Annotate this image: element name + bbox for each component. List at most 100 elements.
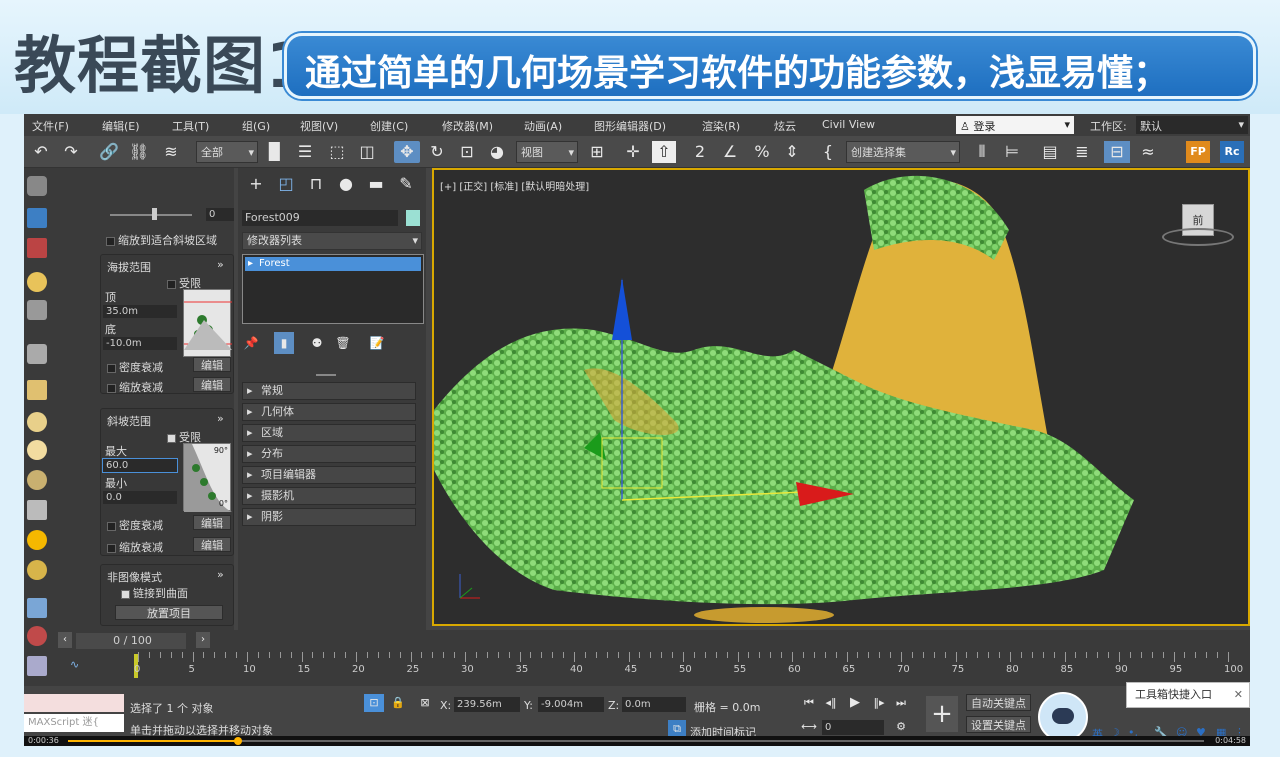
density-slider-track[interactable]: [110, 214, 192, 216]
x-coordinate[interactable]: 239.56m: [454, 697, 520, 712]
viewport-perspective[interactable]: [+] [正交] [标准] [默认明暗处理] 前: [432, 168, 1250, 626]
curve-editor-icon[interactable]: ⊟: [1104, 141, 1130, 163]
redo-icon[interactable]: ↷: [60, 141, 82, 163]
collapse-icon[interactable]: »: [217, 258, 224, 271]
viewcube-ring[interactable]: [1162, 228, 1234, 246]
angle-snap-icon[interactable]: ∠: [718, 141, 742, 163]
rollout-geometry[interactable]: ▸ 几何体: [242, 403, 416, 421]
slider-value[interactable]: 0: [206, 208, 234, 221]
menu-view[interactable]: 视图(V): [300, 118, 338, 134]
sky-icon[interactable]: [27, 560, 47, 580]
manipulate-icon[interactable]: ✛: [622, 141, 644, 163]
spinner-snap-icon[interactable]: ⇕: [780, 141, 804, 163]
set-key-plus-icon[interactable]: +: [926, 696, 958, 732]
menu-render[interactable]: 渲染(R): [702, 118, 740, 134]
hierarchy-tab-icon[interactable]: ⊓: [304, 173, 328, 195]
assistant-avatar[interactable]: [1038, 692, 1088, 742]
select-by-name-icon[interactable]: ☰: [294, 141, 316, 163]
window-crossing-icon[interactable]: ◫: [356, 141, 378, 163]
rollout-area[interactable]: ▸ 区域: [242, 424, 416, 442]
modifier-list-dropdown[interactable]: 修改器列表 ▾: [242, 232, 422, 250]
percent-snap-icon[interactable]: %: [750, 141, 774, 163]
rollout-camera[interactable]: ▸ 摄影机: [242, 487, 416, 505]
edit-button[interactable]: 编辑: [193, 537, 231, 552]
named-selection-dropdown[interactable]: 创建选择集 ▾: [846, 141, 960, 163]
auto-key-button[interactable]: 自动关键点: [966, 694, 1031, 711]
video-camera-icon[interactable]: [27, 344, 47, 364]
absolute-mode-icon[interactable]: ⊠: [416, 694, 434, 712]
collapse-icon[interactable]: »: [217, 568, 224, 581]
rollout-distribution[interactable]: ▸ 分布: [242, 445, 416, 463]
utilities-tab-icon[interactable]: ✎: [394, 173, 418, 195]
link-icon[interactable]: 🔗: [98, 141, 120, 163]
z-coordinate[interactable]: 0.0m: [622, 697, 686, 712]
altitude-top-input[interactable]: 35.0m: [103, 305, 177, 318]
isolate-icon[interactable]: ⊡: [364, 694, 384, 712]
forest-tool-icon[interactable]: [27, 208, 47, 228]
grid-icon[interactable]: [27, 656, 47, 676]
place-icon[interactable]: ◕: [486, 141, 508, 163]
altitude-scale-falloff-checkbox[interactable]: 缩放衰减: [107, 379, 163, 395]
rollout-shadows[interactable]: ▸ 阴影: [242, 508, 416, 526]
altitude-density-falloff-checkbox[interactable]: 密度衰减: [107, 359, 163, 375]
workarea-dropdown[interactable]: 默认 ▾: [1136, 116, 1248, 134]
motion-tab-icon[interactable]: ●: [334, 173, 358, 195]
modify-tab-icon[interactable]: ◰: [274, 173, 298, 195]
display-tab-icon[interactable]: ▬: [364, 173, 388, 195]
video-progress-knob[interactable]: [234, 737, 243, 745]
select-object-icon[interactable]: ▉: [264, 141, 286, 163]
molecule-icon[interactable]: [27, 626, 47, 646]
stack-item-forest[interactable]: ▸ Forest: [245, 257, 421, 271]
lock-icon[interactable]: 🔒: [390, 694, 406, 712]
video-progress-bar[interactable]: 0:00:36 0:04:58: [24, 736, 1250, 746]
configure-modifier-icon[interactable]: 📝: [368, 332, 386, 354]
maxscript-listener[interactable]: MAXScript 迷{: [24, 714, 124, 732]
login-field[interactable]: ♙ 登录 ▾: [956, 116, 1074, 134]
menu-group[interactable]: 组(G): [242, 118, 270, 134]
time-config-icon[interactable]: ⚙: [892, 718, 910, 736]
next-frame-icon[interactable]: ›: [196, 632, 210, 648]
edit-button[interactable]: 编辑: [193, 357, 231, 372]
goto-start-icon[interactable]: ⏮: [800, 694, 818, 712]
ribbon-icon[interactable]: ≣: [1070, 141, 1094, 163]
align-icon[interactable]: ⊨: [1000, 141, 1024, 163]
edit-named-sel-icon[interactable]: {: [816, 141, 840, 163]
object-color-swatch[interactable]: [406, 210, 420, 226]
selection-filter-dropdown[interactable]: 全部 ▾: [196, 141, 258, 163]
mirror-icon[interactable]: ⫴: [970, 141, 994, 163]
set-key-button[interactable]: 设置关键点: [966, 716, 1031, 733]
fp-plugin-icon[interactable]: FP: [1186, 141, 1210, 163]
make-unique-icon[interactable]: ⚉: [308, 332, 326, 354]
rect-selection-icon[interactable]: ⬚: [326, 141, 348, 163]
camera-icon[interactable]: [27, 300, 47, 320]
rollout-item-editor[interactable]: ▸ 项目编辑器: [242, 466, 416, 484]
rc-plugin-icon[interactable]: Rc: [1220, 141, 1244, 163]
time-slider[interactable]: 0 / 100: [76, 633, 186, 649]
scale-icon[interactable]: ⊡: [456, 141, 478, 163]
remove-modifier-icon[interactable]: 🗑: [334, 332, 352, 354]
show-end-result-icon[interactable]: ▮: [274, 332, 294, 354]
object-name-field[interactable]: Forest009: [242, 210, 398, 226]
menu-file[interactable]: 文件(F): [32, 118, 69, 134]
timeline-ruler[interactable]: 0 5 10 15 20 25 30 35 40 45 50 55 60 65 70 75 80 85 90 95 10…: [134, 652, 1243, 684]
link-to-surface-checkbox[interactable]: 链接到曲面: [121, 585, 188, 601]
place-items-button[interactable]: 放置项目: [115, 605, 223, 620]
y-coordinate[interactable]: -9.004m: [538, 697, 604, 712]
goto-end-icon[interactable]: ⏭: [892, 694, 910, 712]
key-mode-icon[interactable]: ⟷: [800, 718, 818, 736]
slope-density-falloff-checkbox[interactable]: 密度衰减: [107, 517, 163, 533]
altitude-bottom-input[interactable]: -10.0m: [103, 337, 177, 350]
menu-edit[interactable]: 编辑(E): [102, 118, 140, 134]
calendar-icon[interactable]: [27, 238, 47, 258]
schematic-icon[interactable]: ≈: [1136, 141, 1160, 163]
menu-tools[interactable]: 工具(T): [172, 118, 209, 134]
menu-animation[interactable]: 动画(A): [524, 118, 562, 134]
menu-civil-view[interactable]: Civil View: [822, 118, 875, 131]
menu-xuanyun[interactable]: 炫云: [774, 118, 796, 134]
sphere-icon[interactable]: [27, 440, 47, 460]
keyboard-shortcut-icon[interactable]: ⇧: [652, 141, 676, 163]
menu-graph-editors[interactable]: 图形编辑器(D): [594, 118, 666, 134]
move-icon[interactable]: ✥: [394, 141, 420, 163]
hemisphere-icon[interactable]: [27, 412, 47, 432]
current-frame-field[interactable]: 0: [822, 720, 884, 735]
